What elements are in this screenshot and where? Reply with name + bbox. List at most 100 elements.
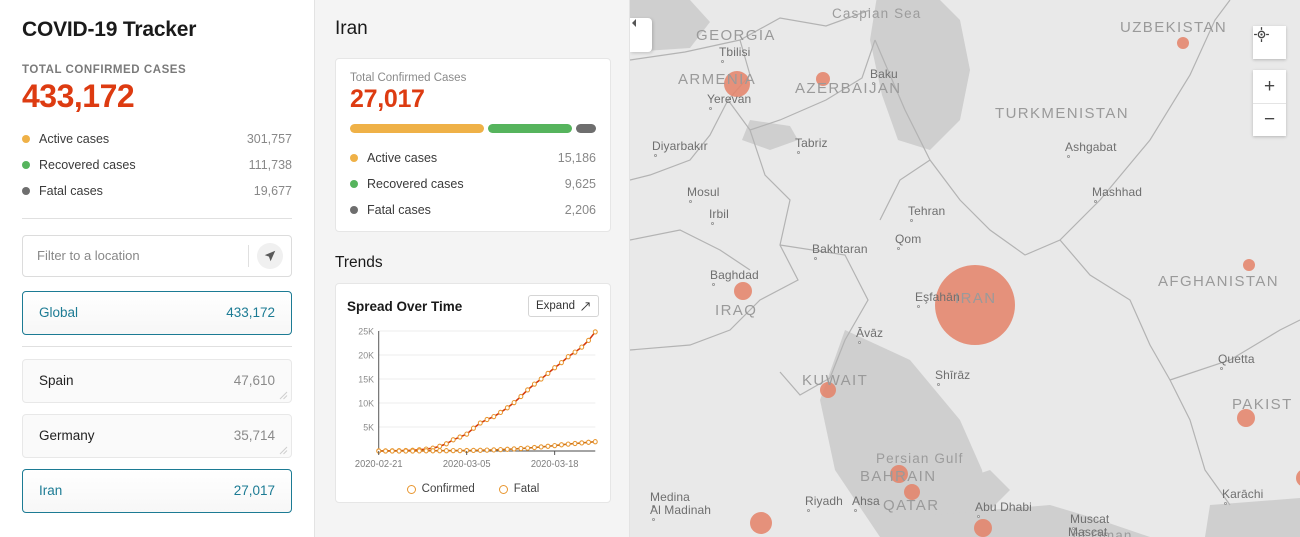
location-value: 433,172	[226, 305, 275, 321]
sidebar-item-global[interactable]: Global 433,172	[22, 290, 292, 335]
svg-text:25K: 25K	[358, 326, 375, 336]
legend-label: Recovered cases	[39, 157, 136, 172]
resize-handle-icon[interactable]	[278, 445, 288, 455]
spread-chart: 5K 10K 15K 20K 25K 2020-02-21 2020-03-05 2020-0…	[347, 325, 599, 480]
map-city-dot	[652, 518, 655, 521]
map-city-dot	[937, 383, 940, 386]
map-case-bubble[interactable]	[820, 382, 836, 398]
map-city-dot	[814, 257, 817, 260]
legend-label: Active cases	[367, 151, 438, 165]
map-city-dot	[652, 505, 655, 508]
svg-text:2020-03-05: 2020-03-05	[443, 459, 491, 470]
location-name: Spain	[39, 373, 74, 389]
expand-diagonal-arrow-icon	[581, 301, 590, 311]
map-city-dot	[1220, 367, 1223, 370]
map-city-dot	[654, 154, 657, 157]
list-divider	[22, 345, 292, 347]
legend-label: Active cases	[39, 131, 110, 146]
chart-header: Spread Over Time Expand	[347, 295, 599, 317]
map-case-bubble[interactable]	[974, 519, 992, 537]
map-case-bubble[interactable]	[935, 265, 1015, 345]
map-case-bubble[interactable]	[1243, 259, 1255, 271]
map-case-bubble[interactable]	[1237, 409, 1255, 427]
fatal-dot-icon	[350, 206, 358, 214]
legend-value: 15,186	[557, 151, 596, 165]
svg-text:20K: 20K	[358, 350, 375, 360]
global-legend-list: Active cases 301,757 Recovered cases 111…	[22, 126, 292, 204]
segment-fatal	[576, 124, 596, 133]
crosshair-icon	[1254, 27, 1269, 42]
detail-panel: Iran Total Confirmed Cases 27,017 Active…	[315, 0, 630, 537]
legend-label: Fatal cases	[39, 183, 103, 198]
map-case-bubble[interactable]	[724, 71, 750, 97]
map-case-bubble[interactable]	[1177, 37, 1189, 49]
zoom-in-button[interactable]: +	[1253, 70, 1286, 103]
map-case-bubble[interactable]	[816, 72, 830, 86]
map-city-dot	[1094, 200, 1097, 203]
collapse-left-arrow-icon	[632, 19, 636, 27]
recovered-dot-icon	[350, 180, 358, 188]
sidebar-item-iran[interactable]: Iran 27,017	[22, 468, 292, 513]
map-city-dot	[711, 222, 714, 225]
expand-button[interactable]: Expand	[527, 295, 599, 317]
map-city-dot	[897, 247, 900, 250]
search-input[interactable]	[23, 248, 248, 264]
sidebar-item-spain[interactable]: Spain 47,610	[22, 358, 292, 403]
legend-value: 111,738	[248, 157, 292, 172]
map-case-bubble[interactable]	[734, 282, 752, 300]
map-city-dot	[858, 341, 861, 344]
legend-label: Confirmed	[421, 483, 475, 495]
trends-heading: Trends	[335, 254, 383, 271]
svg-text:15K: 15K	[358, 374, 375, 384]
legend-fatal[interactable]: Fatal	[498, 483, 540, 495]
map-view[interactable]: Caspian Sea Persian Gulf of Oman GEORGIA ARM…	[630, 0, 1300, 537]
total-confirmed-value: 433,172	[22, 78, 135, 114]
legend-label: Fatal	[513, 483, 540, 495]
map-city-dot	[1224, 502, 1227, 505]
map-city-dot	[910, 219, 913, 222]
map-city-dot	[854, 509, 857, 512]
svg-text:5K: 5K	[363, 422, 375, 432]
map-city-dot	[807, 509, 810, 512]
map-city-dot	[689, 200, 692, 203]
collapse-panel-button[interactable]	[630, 18, 652, 52]
app-title: COVID-19 Tracker	[22, 18, 197, 41]
map-controls: + −	[1253, 26, 1286, 136]
location-value: 27,017	[233, 483, 275, 499]
map-city-dot	[721, 60, 724, 63]
location-name: Germany	[39, 428, 95, 444]
zoom-controls: + −	[1253, 70, 1286, 136]
legend-label: Fatal cases	[367, 203, 431, 217]
stat-value: 27,017	[350, 85, 425, 113]
sidebar-item-germany[interactable]: Germany 35,714	[22, 413, 292, 458]
map-case-bubble[interactable]	[890, 465, 908, 483]
stat-card: Total Confirmed Cases 27,017 Active case…	[335, 58, 611, 232]
svg-text:10K: 10K	[358, 398, 375, 408]
legend-label: Recovered cases	[367, 177, 464, 191]
segment-recovered	[487, 124, 573, 133]
map-city-dot	[712, 283, 715, 286]
legend-confirmed[interactable]: Confirmed	[406, 483, 475, 495]
zoom-out-button[interactable]: −	[1253, 103, 1286, 136]
map-city-dot	[917, 305, 920, 308]
map-city-dot	[797, 151, 800, 154]
map-city-dot	[1072, 527, 1075, 530]
covid-tracker-app: COVID-19 Tracker TOTAL CONFIRMED CASES 4…	[0, 0, 1300, 537]
map-case-bubble[interactable]	[904, 484, 920, 500]
fatal-dot-icon	[22, 186, 30, 195]
map-city-dot	[709, 107, 712, 110]
resize-handle-icon[interactable]	[278, 390, 288, 400]
expand-button-label: Expand	[535, 300, 575, 312]
chart-legend: Confirmed Fatal	[347, 480, 599, 495]
legend-value: 301,757	[246, 131, 292, 146]
map-case-bubble[interactable]	[750, 512, 772, 534]
locate-button[interactable]	[1253, 26, 1286, 59]
svg-text:2020-03-18: 2020-03-18	[531, 459, 579, 470]
stat-caption: Total Confirmed Cases	[350, 72, 467, 84]
location-value: 47,610	[233, 373, 275, 389]
spread-over-time-card: Spread Over Time Expand 5K 10K 15K 20K 25K 20…	[335, 283, 611, 503]
map-city-dot	[1067, 155, 1070, 158]
locate-me-button[interactable]	[249, 235, 291, 277]
active-dot-icon	[350, 154, 358, 162]
legend-row: Active cases 15,186	[350, 145, 596, 171]
